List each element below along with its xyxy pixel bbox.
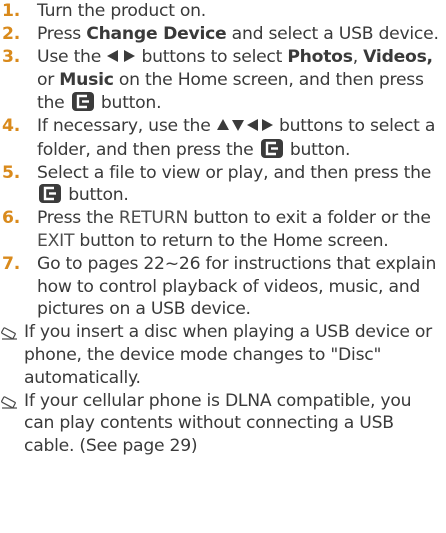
step-3: 3. Use the buttons to select Photos, Vid… xyxy=(0,46,446,115)
step-number: 3. xyxy=(2,46,20,67)
step-text: Use the xyxy=(37,46,107,67)
step-number: 4. xyxy=(2,115,20,136)
step-6: 6. Press the RETURN button to exit a fol… xyxy=(0,207,446,253)
up-down-left-right-arrows-icon xyxy=(216,116,274,139)
change-device-label: Change Device xyxy=(86,23,227,44)
return-label: RETURN xyxy=(118,208,189,229)
step-text: or xyxy=(37,70,60,91)
step-text: and select a USB device. xyxy=(226,23,439,44)
step-text: Press xyxy=(37,23,87,44)
note-pencil-icon xyxy=(1,394,20,417)
step-text: button. xyxy=(95,93,162,114)
photos-label: Photos xyxy=(287,46,353,67)
enter-button-icon xyxy=(39,184,61,204)
videos-label: Videos, xyxy=(363,46,433,67)
step-text: Go to pages 22~26 for instructions that … xyxy=(37,253,437,320)
step-number: 2. xyxy=(2,23,20,44)
step-text: If necessary, use the xyxy=(37,115,216,136)
note-text: If your cellular phone is DLNA compatibl… xyxy=(24,390,412,457)
note-pencil-icon xyxy=(1,325,20,348)
step-2: 2. Press Change Device and select a USB … xyxy=(0,23,446,46)
step-text: , xyxy=(352,46,364,67)
step-number: 1. xyxy=(2,1,20,21)
enter-button-icon xyxy=(71,92,94,112)
instruction-page: 1. Turn the product on. 2. Press Change … xyxy=(0,0,446,533)
left-right-arrows-icon xyxy=(106,47,136,70)
step-text: button. xyxy=(63,185,129,206)
step-text: Turn the product on. xyxy=(37,1,207,21)
note-1: If you insert a disc when playing a USB … xyxy=(0,321,446,389)
music-label: Music xyxy=(59,70,114,91)
step-text: button to exit a folder or the xyxy=(188,208,431,229)
step-number: 5. xyxy=(2,162,20,183)
step-text: button to return to the Home screen. xyxy=(74,230,389,251)
step-text: buttons to select xyxy=(136,46,288,67)
step-4: 4. If necessary, use the buttons to sele… xyxy=(0,115,446,162)
note-text: If you insert a disc when playing a USB … xyxy=(24,322,432,388)
step-number: 6. xyxy=(2,208,20,229)
step-number: 7. xyxy=(2,253,20,274)
steps-list: 1. Turn the product on. 2. Press Change … xyxy=(0,0,446,321)
note-2: If your cellular phone is DLNA compatibl… xyxy=(0,390,446,458)
step-text: Press the xyxy=(37,208,119,229)
step-5: 5. Select a file to view or play, and th… xyxy=(0,162,446,208)
exit-label: EXIT xyxy=(37,230,75,251)
step-1: 1. Turn the product on. xyxy=(0,0,446,23)
step-text: Select a file to view or play, and then … xyxy=(37,162,432,183)
step-text: button. xyxy=(284,139,351,160)
step-7: 7. Go to pages 22~26 for instructions th… xyxy=(0,253,446,321)
enter-button-icon xyxy=(260,138,283,158)
